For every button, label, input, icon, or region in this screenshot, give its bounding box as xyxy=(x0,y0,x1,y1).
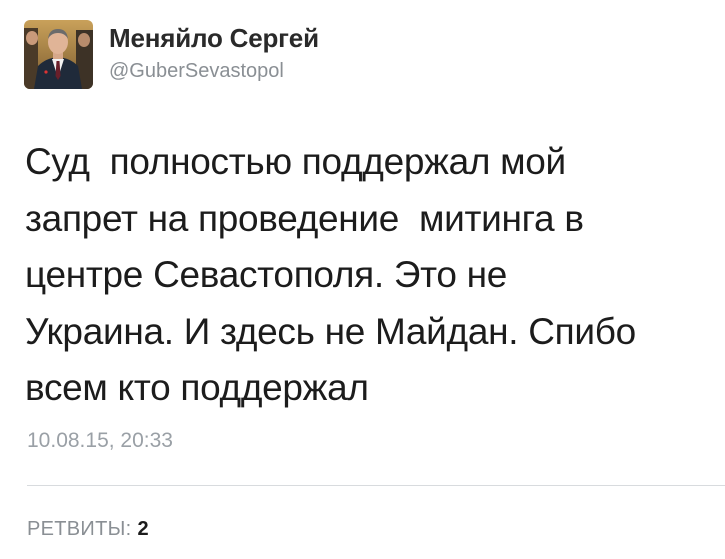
tweet-card: Меняйло Сергей @GuberSevastopol Суд полн… xyxy=(0,0,725,559)
divider xyxy=(27,485,725,486)
avatar-photo-icon xyxy=(24,20,93,89)
retweets-label: РЕТВИТЫ: xyxy=(27,518,132,540)
author-handle[interactable]: @GuberSevastopol xyxy=(109,58,319,84)
author-display-name[interactable]: Меняйло Сергей xyxy=(109,22,319,54)
avatar[interactable] xyxy=(24,20,93,89)
author-names: Меняйло Сергей @GuberSevastopol xyxy=(109,22,319,84)
retweets-count: 2 xyxy=(137,518,149,540)
tweet-timestamp: 10.08.15, 20:33 xyxy=(27,429,173,452)
tweet-header: Меняйло Сергей @GuberSevastopol xyxy=(24,20,319,92)
retweets-stat[interactable]: РЕТВИТЫ: 2 xyxy=(27,515,149,543)
tweet-text: Суд полностью поддержал мой запрет на пр… xyxy=(25,141,636,408)
